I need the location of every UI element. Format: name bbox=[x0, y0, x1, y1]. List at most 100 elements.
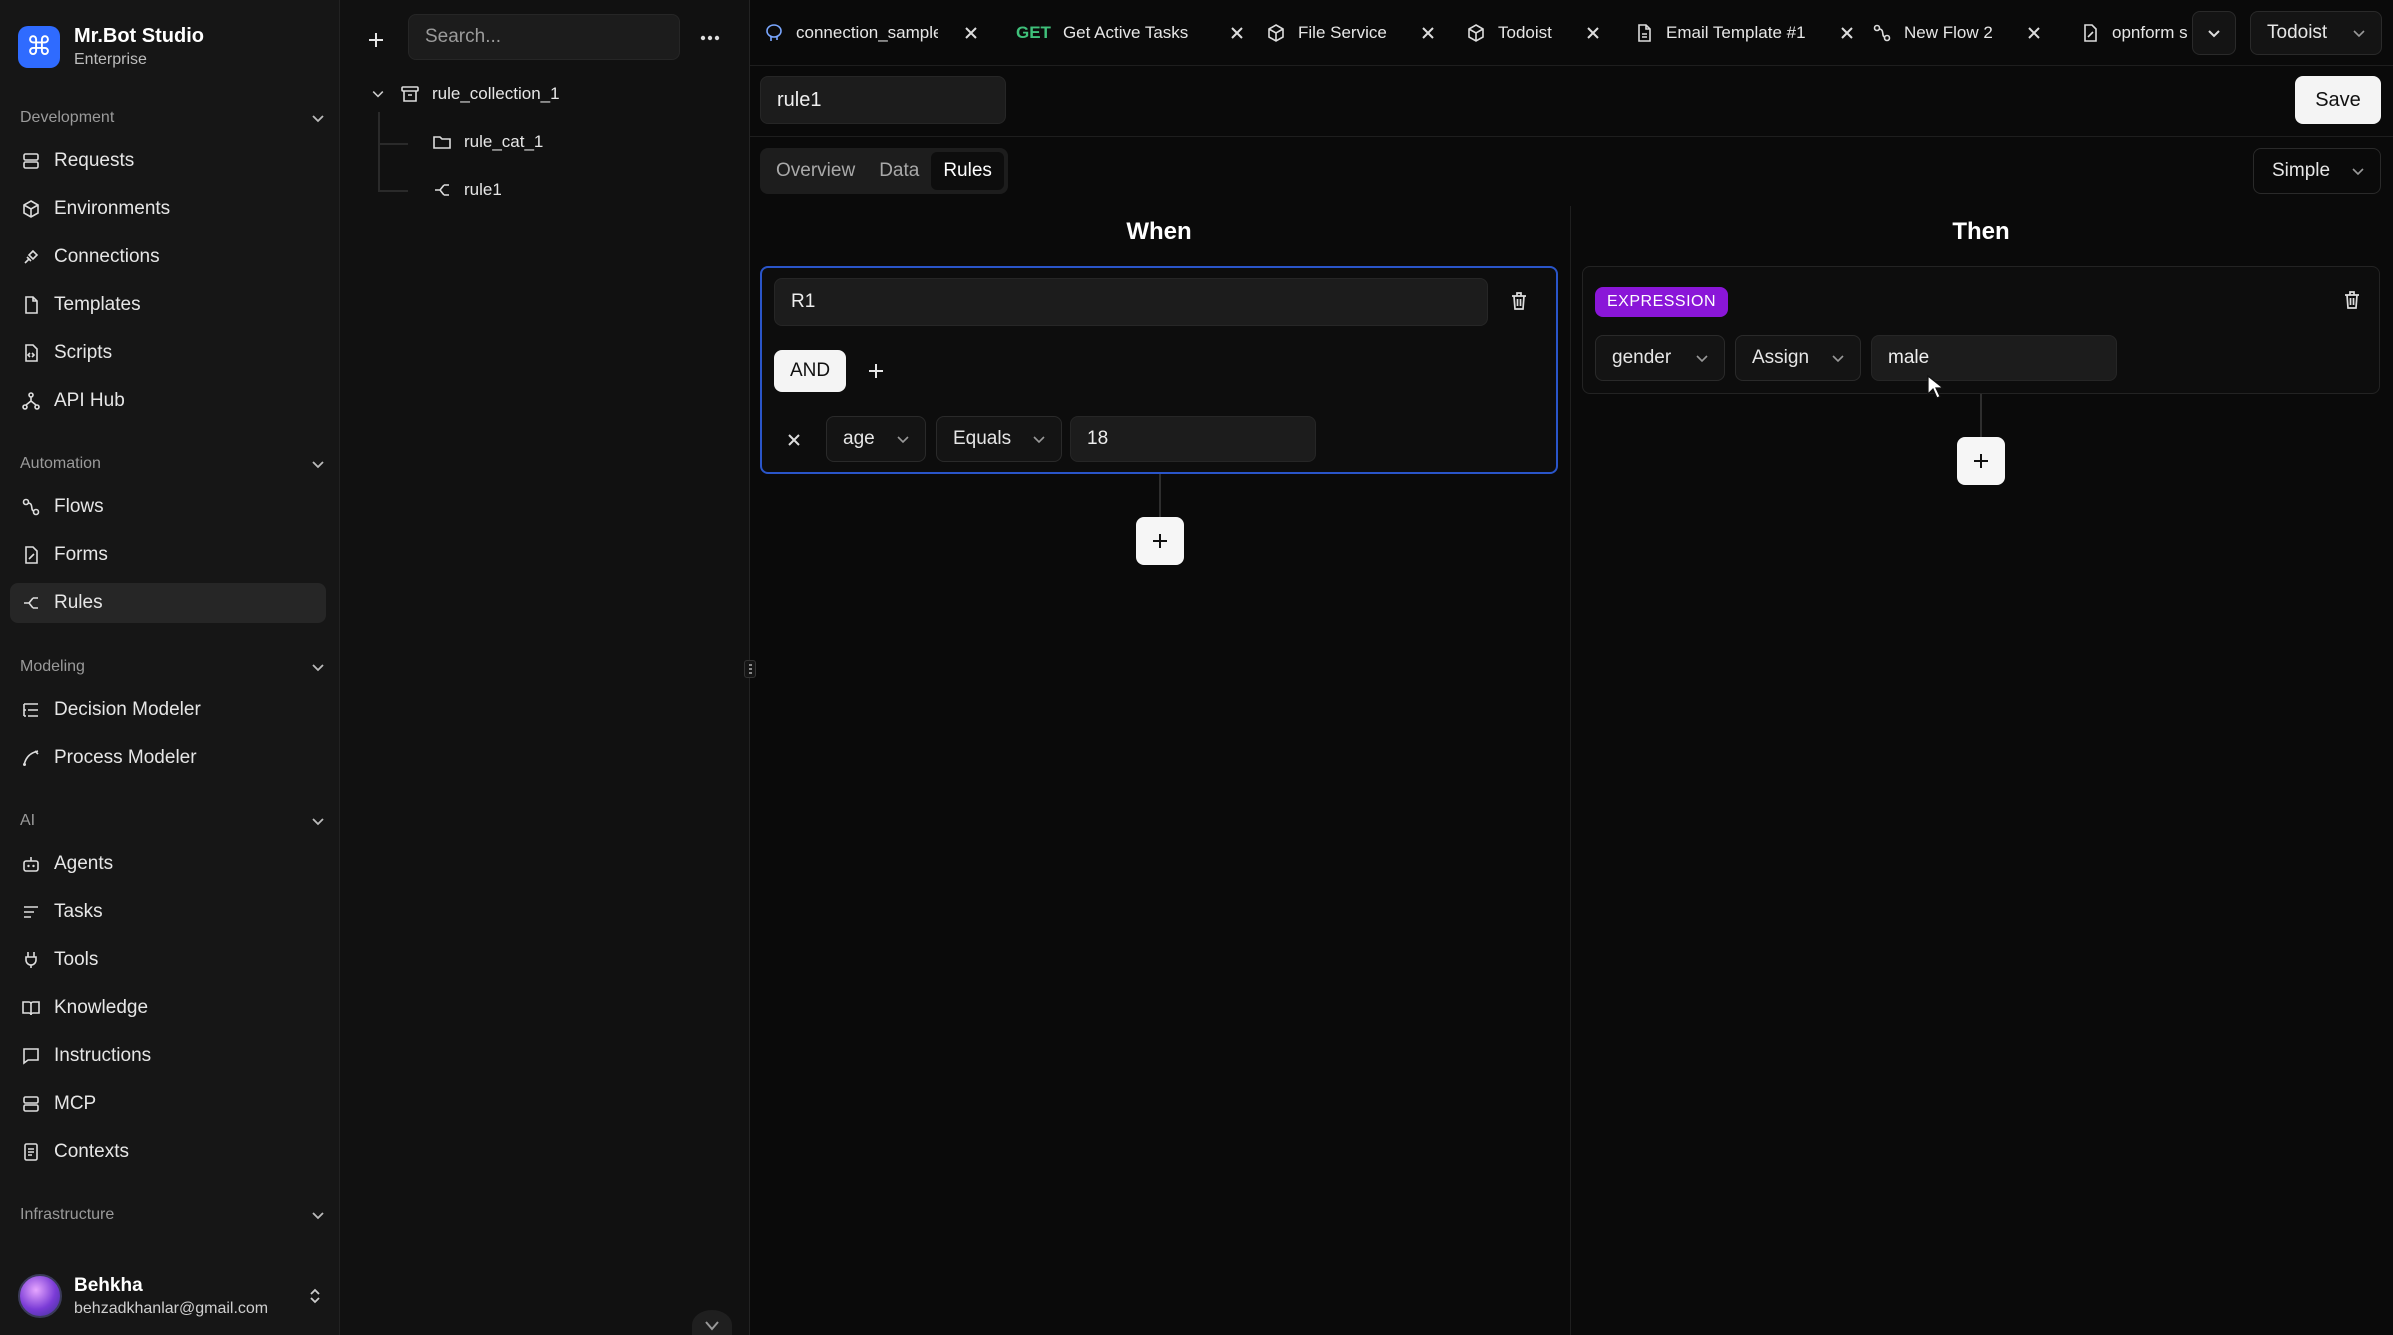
tab-label: Email Template #1 bbox=[1666, 23, 1806, 42]
tab-data[interactable]: Data bbox=[867, 152, 931, 190]
expression-badge: EXPRESSION bbox=[1595, 287, 1729, 317]
close-icon[interactable] bbox=[1584, 24, 1602, 42]
tab-email-template[interactable]: Email Template #1 bbox=[1620, 0, 1870, 66]
sidebar-item-templates[interactable]: Templates bbox=[10, 285, 326, 325]
section-title: AI bbox=[20, 812, 36, 829]
archive-icon bbox=[401, 86, 419, 102]
tree-item-rule[interactable]: rule1 bbox=[432, 172, 502, 208]
rule-name-input[interactable]: rule1 bbox=[760, 76, 1006, 124]
condition-field-select[interactable]: age bbox=[826, 416, 926, 462]
sidebar-item-requests[interactable]: Requests bbox=[10, 141, 326, 181]
section-title: Development bbox=[20, 109, 115, 126]
sidebar-item-scripts[interactable]: Scripts bbox=[10, 333, 326, 373]
tabs-overflow-button[interactable] bbox=[2192, 11, 2236, 55]
server-icon bbox=[20, 1093, 42, 1115]
remove-condition-button[interactable] bbox=[780, 426, 808, 454]
sidebar-item-tasks[interactable]: Tasks bbox=[10, 892, 326, 932]
sidebar-item-mcp[interactable]: MCP bbox=[10, 1084, 326, 1124]
delete-action-button[interactable] bbox=[2339, 287, 2365, 313]
sidebar-item-label: Templates bbox=[54, 294, 141, 315]
section-ai[interactable]: AI bbox=[20, 806, 326, 836]
tab-todoist[interactable]: Todoist bbox=[1452, 0, 1616, 66]
tab-label: Todoist bbox=[1498, 23, 1552, 42]
sidebar-item-knowledge[interactable]: Knowledge bbox=[10, 988, 326, 1028]
sidebar-item-flows[interactable]: Flows bbox=[10, 487, 326, 527]
workspace-select-value: Todoist bbox=[2267, 22, 2328, 43]
sidebar-item-process-modeler[interactable]: Process Modeler bbox=[10, 738, 326, 778]
close-icon[interactable] bbox=[962, 24, 980, 42]
tree-label: rule_cat_1 bbox=[464, 132, 544, 151]
tree-label: rule_collection_1 bbox=[432, 84, 560, 103]
sidebar-item-label: Flows bbox=[54, 496, 104, 517]
user-name: Behkha bbox=[74, 1274, 143, 1296]
mode-select[interactable]: Simple bbox=[2253, 148, 2381, 194]
close-icon[interactable] bbox=[1228, 24, 1246, 42]
plug-icon bbox=[20, 949, 42, 971]
then-action-card: EXPRESSION gender Assign male bbox=[1582, 266, 2380, 394]
section-modeling[interactable]: Modeling bbox=[20, 652, 326, 682]
section-title: Infrastructure bbox=[20, 1206, 115, 1223]
sidebar-item-label: Instructions bbox=[54, 1045, 152, 1066]
tab-get-active-tasks[interactable]: GET Get Active Tasks bbox=[1002, 0, 1260, 66]
tab-label: File Service bbox=[1298, 23, 1387, 42]
tree-item-collection[interactable]: rule_collection_1 bbox=[370, 76, 560, 112]
mode-select-value: Simple bbox=[2272, 160, 2331, 181]
condition-name-input[interactable]: R1 bbox=[774, 278, 1488, 326]
sidebar-item-rules[interactable]: Rules bbox=[10, 583, 326, 623]
more-options-button[interactable] bbox=[692, 22, 728, 54]
sidebar-item-connections[interactable]: Connections bbox=[10, 237, 326, 277]
when-rule-card: R1 AND age Equals 18 bbox=[760, 266, 1558, 474]
close-icon[interactable] bbox=[2025, 24, 2043, 42]
tab-overview[interactable]: Overview bbox=[764, 152, 867, 190]
tab-new-flow-2[interactable]: New Flow 2 bbox=[1858, 0, 2057, 66]
folder-icon bbox=[433, 136, 451, 149]
action-value-input[interactable]: male bbox=[1871, 335, 2117, 381]
sidebar-item-agents[interactable]: Agents bbox=[10, 844, 326, 884]
sidebar-item-label: Tasks bbox=[54, 901, 103, 922]
condition-operator-select[interactable]: Equals bbox=[936, 416, 1062, 462]
add-then-action-button[interactable] bbox=[1957, 437, 2005, 485]
tree-guide bbox=[378, 112, 380, 192]
add-button[interactable] bbox=[358, 22, 394, 58]
delete-rule-button[interactable] bbox=[1506, 288, 1532, 314]
list-tree-icon bbox=[20, 699, 42, 721]
close-icon[interactable] bbox=[1419, 24, 1437, 42]
chevron-down-icon bbox=[312, 461, 324, 469]
user-menu[interactable]: Behkha behzadkhanlar@gmail.com bbox=[18, 1268, 324, 1324]
sidebar-item-tools[interactable]: Tools bbox=[10, 940, 326, 980]
brand[interactable]: ⌘ Mr.Bot Studio Enterprise bbox=[18, 22, 204, 72]
section-infrastructure[interactable]: Infrastructure bbox=[20, 1200, 326, 1230]
close-icon[interactable] bbox=[1838, 24, 1856, 42]
sidebar-item-label: Rules bbox=[54, 592, 103, 613]
save-button[interactable]: Save bbox=[2295, 76, 2381, 124]
plug-icon bbox=[20, 246, 42, 268]
tree-item-category[interactable]: rule_cat_1 bbox=[432, 124, 543, 160]
chevron-down-icon bbox=[1696, 355, 1708, 363]
sidebar-item-environments[interactable]: Environments bbox=[10, 189, 326, 229]
chevron-down-icon bbox=[2352, 168, 2364, 176]
tab-rules[interactable]: Rules bbox=[931, 152, 1004, 190]
action-field-select[interactable]: gender bbox=[1595, 335, 1725, 381]
logic-operator-button[interactable]: AND bbox=[774, 350, 846, 392]
section-development[interactable]: Development bbox=[20, 103, 326, 133]
add-when-rule-button[interactable] bbox=[1136, 517, 1184, 565]
search-input[interactable]: Search... bbox=[408, 14, 680, 60]
sidebar-item-decision-modeler[interactable]: Decision Modeler bbox=[10, 690, 326, 730]
tree-guide bbox=[380, 143, 408, 145]
sidebar-item-instructions[interactable]: Instructions bbox=[10, 1036, 326, 1076]
sidebar-item-api-hub[interactable]: API Hub bbox=[10, 381, 326, 421]
action-operator-select[interactable]: Assign bbox=[1735, 335, 1861, 381]
tab-file-service[interactable]: File Service bbox=[1252, 0, 1451, 66]
sidebar-item-contexts[interactable]: Contexts bbox=[10, 1132, 326, 1172]
main-area: connection_sample GET Get Active Tasks F… bbox=[750, 0, 2393, 1335]
section-automation[interactable]: Automation bbox=[20, 449, 326, 479]
tab-connection-sample[interactable]: connection_sample bbox=[750, 0, 994, 66]
list-icon bbox=[20, 901, 42, 923]
rules-icon bbox=[20, 592, 42, 614]
add-condition-button[interactable] bbox=[862, 357, 890, 385]
workspace-select[interactable]: Todoist bbox=[2250, 11, 2382, 55]
condition-value-input[interactable]: 18 bbox=[1070, 416, 1316, 462]
scroll-down-button[interactable] bbox=[692, 1310, 732, 1335]
trash-icon bbox=[2345, 291, 2359, 309]
sidebar-item-forms[interactable]: Forms bbox=[10, 535, 326, 575]
